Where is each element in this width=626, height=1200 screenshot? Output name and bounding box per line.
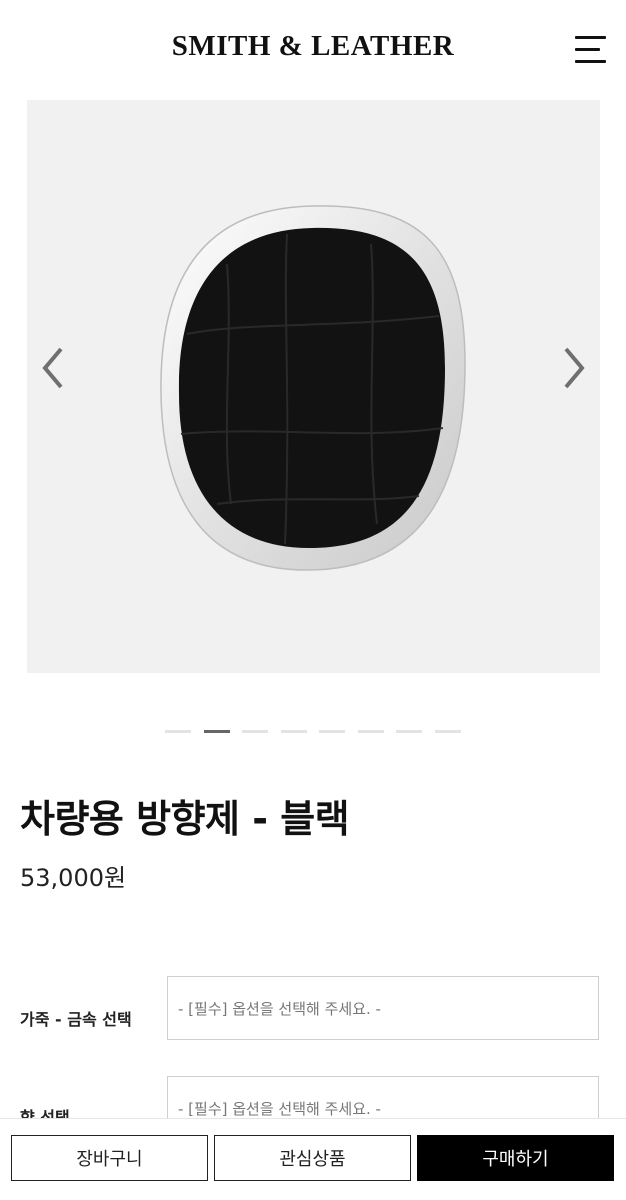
slide-dot[interactable] [281,730,307,733]
slide-dot[interactable] [396,730,422,733]
wishlist-button[interactable]: 관심상품 [214,1135,411,1181]
chevron-left-icon[interactable] [33,343,73,393]
option-label-leather-metal: 가죽 - 금속 선택 [20,1010,132,1029]
product-image-gallery[interactable] [27,100,600,673]
product-image [160,205,466,571]
add-to-cart-button[interactable]: 장바구니 [11,1135,208,1181]
brand-logo[interactable]: SMITH & LEATHER [0,30,626,63]
slide-dot[interactable] [435,730,461,733]
chevron-right-icon[interactable] [554,343,594,393]
buy-now-button[interactable]: 구매하기 [417,1135,614,1181]
option-select-leather-metal[interactable]: - [필수] 옵션을 선택해 주세요. - [167,976,599,1040]
slide-dot[interactable] [358,730,384,733]
bottom-action-bar: 장바구니 관심상품 구매하기 [0,1118,626,1200]
slide-dot[interactable] [165,730,191,733]
product-title: 차량용 방향제 - 블랙 [20,797,350,841]
slide-dot[interactable] [242,730,268,733]
product-price: 53,000원 [20,864,127,892]
slide-dot-active[interactable] [204,730,230,733]
hamburger-menu-icon[interactable] [572,34,608,66]
slide-dot[interactable] [319,730,345,733]
site-header: SMITH & LEATHER [0,0,626,100]
